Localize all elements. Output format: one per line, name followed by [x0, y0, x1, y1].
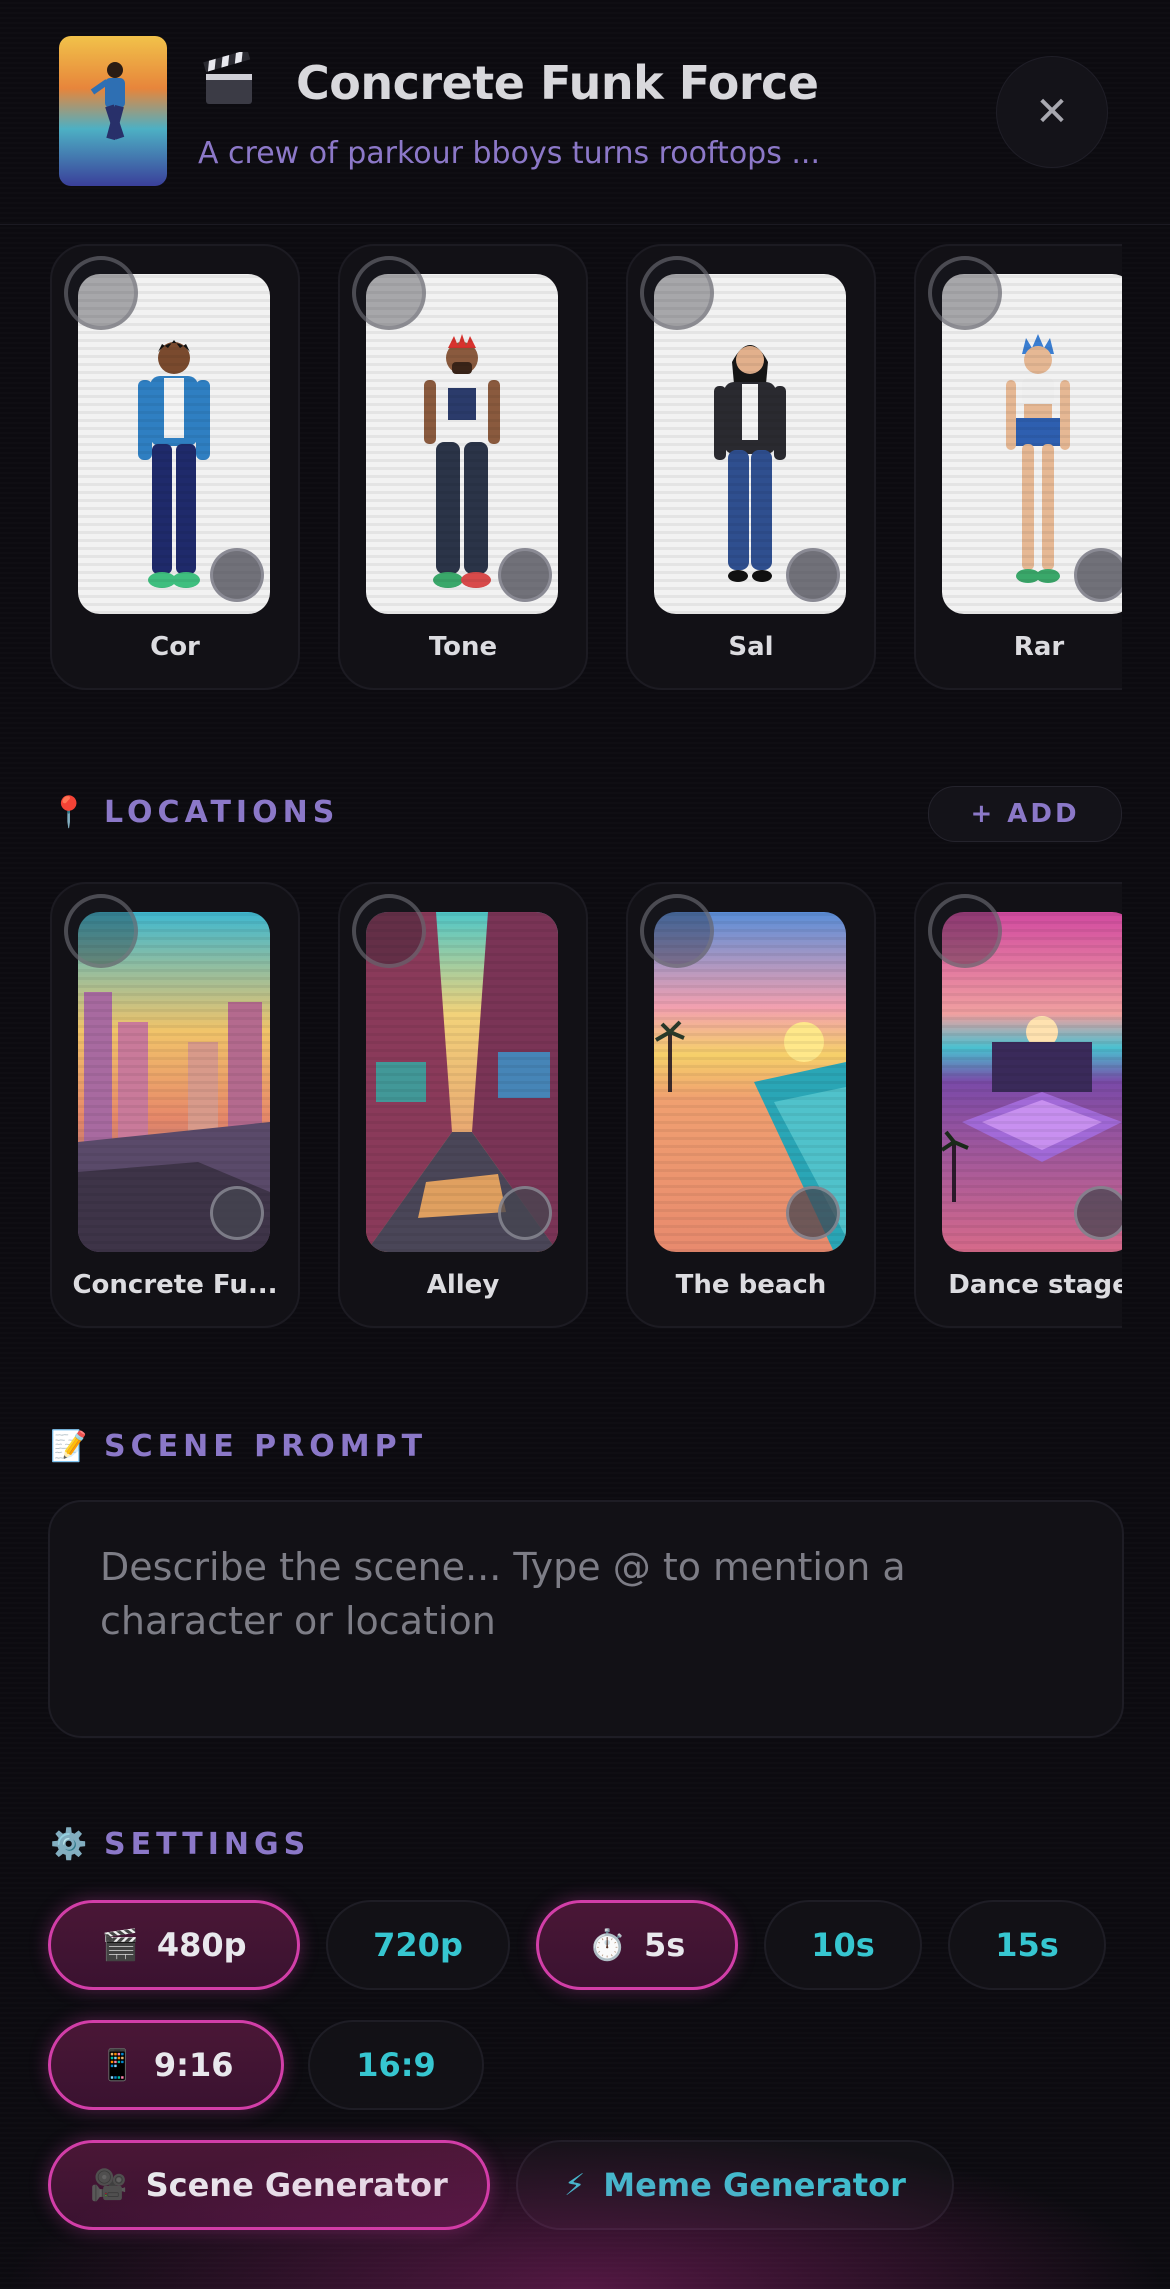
detail-button[interactable] [1074, 1186, 1122, 1240]
location-card-alley[interactable]: Alley [338, 882, 588, 1328]
pill-label: 9:16 [153, 2046, 234, 2084]
detail-button[interactable] [210, 1186, 264, 1240]
pill-label: 720p [373, 1926, 463, 1964]
location-name: The beach [675, 1270, 827, 1300]
pill-label: 480p [156, 1926, 247, 1964]
gear-icon: ⚙️ [50, 1826, 88, 1862]
detail-button[interactable] [498, 1186, 552, 1240]
project-poster [59, 36, 167, 186]
detail-button[interactable] [210, 548, 264, 602]
resolution-720p-pill[interactable]: 720p [326, 1900, 510, 1990]
character-card-cor[interactable]: Cor [50, 244, 300, 690]
aspect-9-16-pill[interactable]: 📱 9:16 [48, 2020, 284, 2110]
duration-5s-pill[interactable]: ⏱️ 5s [536, 1900, 738, 1990]
character-card-tone[interactable]: Tone [338, 244, 588, 690]
memo-icon: 📝 [50, 1428, 88, 1464]
poster-figure [90, 62, 125, 141]
stopwatch-icon: ⏱️ [588, 1927, 627, 1963]
project-title: Concrete Funk Force [296, 56, 819, 110]
detail-button[interactable] [1074, 548, 1122, 602]
character-card-rar[interactable]: Rar [914, 244, 1122, 690]
duration-10s-pill[interactable]: 10s [764, 1900, 922, 1990]
detail-button[interactable] [786, 548, 840, 602]
locations-header: 📍 LOCATIONS [50, 790, 339, 834]
pin-icon: 📍 [50, 794, 88, 830]
location-card-concrete[interactable]: Concrete Fu... [50, 882, 300, 1328]
pill-label: Scene Generator [145, 2166, 448, 2204]
detail-button[interactable] [786, 1186, 840, 1240]
scene-generator-pill[interactable]: 🎥 Scene Generator [48, 2140, 490, 2230]
section-title: SETTINGS [104, 1826, 311, 1862]
close-icon: ✕ [1035, 89, 1069, 135]
characters-row[interactable]: Cor Tone Sal Rar [50, 244, 1122, 694]
location-card-dance-stage[interactable]: Dance stage [914, 882, 1122, 1328]
duration-15s-pill[interactable]: 15s [948, 1900, 1106, 1990]
scene-prompt-input[interactable]: Describe the scene... Type @ to mention … [48, 1500, 1124, 1738]
pill-label: 15s [995, 1926, 1059, 1964]
character-name: Tone [428, 632, 498, 662]
pill-label: Meme Generator [603, 2166, 906, 2204]
pill-label: 16:9 [356, 2046, 436, 2084]
meme-generator-pill[interactable]: ⚡ Meme Generator [516, 2140, 954, 2230]
character-name: Sal [728, 632, 774, 662]
select-toggle[interactable] [64, 894, 138, 968]
project-subtitle: A crew of parkour bboys turns rooftops .… [198, 136, 820, 171]
location-name: Alley [426, 1270, 500, 1300]
aspect-16-9-pill[interactable]: 16:9 [308, 2020, 484, 2110]
location-name: Concrete Fu... [72, 1270, 278, 1300]
select-toggle[interactable] [640, 894, 714, 968]
phone-icon: 📱 [98, 2047, 136, 2083]
add-location-button[interactable]: + ADD [928, 786, 1122, 842]
locations-row[interactable]: Concrete Fu... Alley The beach Dance sta… [50, 882, 1122, 1332]
location-name: Dance stage [948, 1270, 1122, 1300]
select-toggle[interactable] [352, 256, 426, 330]
resolution-480p-pill[interactable]: 🎬 480p [48, 1900, 300, 1990]
video-camera-icon: 🎥 [90, 2167, 128, 2203]
settings-header: ⚙️ SETTINGS [50, 1822, 310, 1866]
character-name: Cor [150, 632, 200, 662]
select-toggle[interactable] [928, 256, 1002, 330]
select-toggle[interactable] [352, 894, 426, 968]
header: Concrete Funk Force A crew of parkour bb… [0, 0, 1170, 225]
section-title: SCENE PROMPT [104, 1428, 428, 1464]
pill-label: 10s [811, 1926, 875, 1964]
close-button[interactable]: ✕ [996, 56, 1108, 168]
lightning-icon: ⚡ [564, 2167, 586, 2203]
pill-label: 5s [644, 1926, 686, 1964]
select-toggle[interactable] [928, 894, 1002, 968]
clapperboard-icon [203, 52, 252, 104]
clapper-icon: 🎬 [101, 1927, 139, 1963]
select-toggle[interactable] [640, 256, 714, 330]
scene-prompt-header: 📝 SCENE PROMPT [50, 1424, 427, 1468]
scene-prompt-placeholder: Describe the scene... Type @ to mention … [100, 1545, 906, 1643]
detail-button[interactable] [498, 548, 552, 602]
section-title: LOCATIONS [104, 794, 340, 830]
select-toggle[interactable] [64, 256, 138, 330]
character-card-sal[interactable]: Sal [626, 244, 876, 690]
character-name: Rar [1013, 632, 1065, 662]
location-card-beach[interactable]: The beach [626, 882, 876, 1328]
